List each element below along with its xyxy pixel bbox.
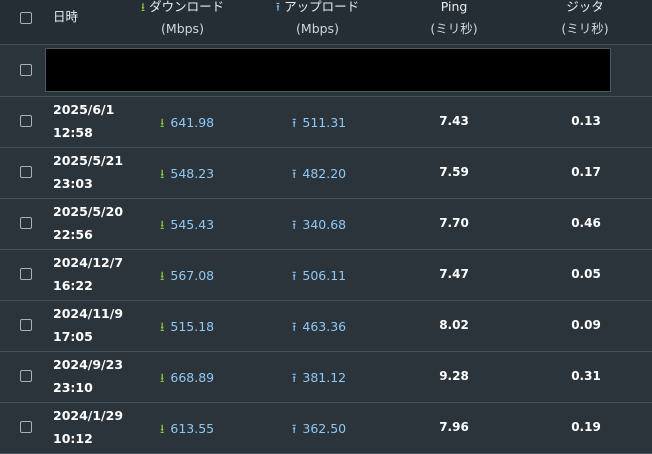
upload-arrow-icon: ⭱ bbox=[292, 319, 297, 334]
row-jitter: 0.17 bbox=[571, 165, 601, 179]
filter-checkbox[interactable] bbox=[20, 64, 32, 76]
row-ping: 7.70 bbox=[439, 216, 469, 230]
row-jitter: 0.13 bbox=[571, 114, 601, 128]
row-upload: ⭱ 362.50 bbox=[292, 421, 347, 436]
table-row[interactable]: 2025/6/1 12:58 ⭳ 641.98 ⭱ 511.31 7.43 0.13 bbox=[0, 97, 652, 148]
row-upload: ⭱ 340.68 bbox=[292, 217, 347, 232]
header-upload[interactable]: ⭱ アップロード (Mbps) bbox=[255, 0, 380, 40]
header-download[interactable]: ⭳ ダウンロード (Mbps) bbox=[120, 0, 245, 40]
row-date: 2024/9/23 bbox=[53, 357, 124, 372]
row-upload: ⭱ 463.36 bbox=[292, 319, 347, 334]
table-row[interactable]: 2024/12/7 16:22 ⭳ 567.08 ⭱ 506.11 7.47 0.05 bbox=[0, 250, 652, 301]
upload-arrow-icon: ⭱ bbox=[292, 268, 297, 283]
row-jitter: 0.19 bbox=[571, 420, 601, 434]
download-arrow-icon: ⭳ bbox=[160, 217, 165, 232]
row-datetime: 2025/6/1 12:58 bbox=[53, 98, 114, 144]
row-time: 23:10 bbox=[53, 380, 93, 395]
row-date: 2024/11/9 bbox=[53, 306, 124, 321]
row-checkbox[interactable] bbox=[20, 268, 32, 280]
row-ping: 7.96 bbox=[439, 420, 469, 434]
row-upload: ⭱ 511.31 bbox=[292, 115, 347, 130]
row-date: 2024/12/7 bbox=[53, 255, 124, 270]
row-date: 2025/5/21 bbox=[53, 153, 124, 168]
row-time: 17:05 bbox=[53, 329, 93, 344]
row-ping: 9.28 bbox=[439, 369, 469, 383]
row-download: ⭳ 613.55 bbox=[160, 421, 215, 436]
speedtest-results-table: 日時 ⭳ ダウンロード (Mbps) ⭱ アップロード (Mbps) Ping (ミ… bbox=[0, 0, 652, 454]
row-time: 10:12 bbox=[53, 431, 93, 446]
header-jitter[interactable]: ジッタ (ミリ秒) bbox=[545, 0, 625, 40]
row-datetime: 2024/1/29 10:12 bbox=[53, 404, 123, 450]
row-upload: ⭱ 506.11 bbox=[292, 268, 347, 283]
row-download: ⭳ 668.89 bbox=[160, 370, 215, 385]
row-download: ⭳ 567.08 bbox=[160, 268, 215, 283]
select-all-checkbox[interactable] bbox=[20, 12, 32, 24]
download-arrow-icon: ⭳ bbox=[160, 370, 165, 385]
row-checkbox[interactable] bbox=[20, 115, 32, 127]
row-datetime: 2024/11/9 17:05 bbox=[53, 302, 123, 348]
row-jitter: 0.09 bbox=[571, 318, 601, 332]
table-row[interactable]: 2024/9/23 23:10 ⭳ 668.89 ⭱ 381.12 9.28 0.31 bbox=[0, 352, 652, 403]
row-ping: 8.02 bbox=[439, 318, 469, 332]
row-download: ⭳ 515.18 bbox=[160, 319, 215, 334]
row-time: 16:22 bbox=[53, 278, 93, 293]
row-checkbox[interactable] bbox=[20, 421, 32, 433]
header-jitter-unit: (ミリ秒) bbox=[561, 21, 609, 36]
table-row[interactable]: 2025/5/21 23:03 ⭳ 548.23 ⭱ 482.20 7.59 0.17 bbox=[0, 148, 652, 199]
row-ping: 7.43 bbox=[439, 114, 469, 128]
row-datetime: 2025/5/21 23:03 bbox=[53, 149, 123, 195]
row-datetime: 2024/9/23 23:10 bbox=[53, 353, 123, 399]
header-date[interactable]: 日時 bbox=[53, 6, 78, 28]
row-checkbox[interactable] bbox=[20, 217, 32, 229]
row-upload: ⭱ 381.12 bbox=[292, 370, 347, 385]
row-time: 22:56 bbox=[53, 227, 93, 242]
download-arrow-icon: ⭳ bbox=[160, 115, 165, 130]
row-time: 23:03 bbox=[53, 176, 93, 191]
header-upload-unit: (Mbps) bbox=[296, 21, 339, 36]
upload-arrow-icon: ⭱ bbox=[292, 166, 297, 181]
upload-arrow-icon: ⭱ bbox=[292, 217, 297, 232]
table-row[interactable]: 2025/5/20 22:56 ⭳ 545.43 ⭱ 340.68 7.70 0.46 bbox=[0, 199, 652, 250]
upload-arrow-icon: ⭱ bbox=[292, 421, 297, 436]
row-datetime: 2025/5/20 22:56 bbox=[53, 200, 123, 246]
table-row[interactable]: 2024/11/9 17:05 ⭳ 515.18 ⭱ 463.36 8.02 0.09 bbox=[0, 301, 652, 352]
row-download: ⭳ 641.98 bbox=[160, 115, 215, 130]
download-arrow-icon: ⭳ bbox=[160, 268, 165, 283]
download-arrow-icon: ⭳ bbox=[160, 166, 165, 181]
row-ping: 7.59 bbox=[439, 165, 469, 179]
row-upload: ⭱ 482.20 bbox=[292, 166, 347, 181]
header-ping[interactable]: Ping (ミリ秒) bbox=[414, 0, 494, 40]
header-ping-unit: (ミリ秒) bbox=[430, 21, 478, 36]
table-header: 日時 ⭳ ダウンロード (Mbps) ⭱ アップロード (Mbps) Ping (ミ… bbox=[0, 0, 652, 45]
row-datetime: 2024/12/7 16:22 bbox=[53, 251, 123, 297]
row-ping: 7.47 bbox=[439, 267, 469, 281]
upload-arrow-icon: ⭱ bbox=[292, 115, 297, 130]
download-arrow-icon: ⭳ bbox=[160, 421, 165, 436]
row-download: ⭳ 548.23 bbox=[160, 166, 215, 181]
header-download-unit: (Mbps) bbox=[161, 21, 204, 36]
row-download: ⭳ 545.43 bbox=[160, 217, 215, 232]
row-date: 2025/5/20 bbox=[53, 204, 124, 219]
row-checkbox[interactable] bbox=[20, 319, 32, 331]
row-checkbox[interactable] bbox=[20, 370, 32, 382]
upload-arrow-icon: ⭱ bbox=[275, 0, 281, 14]
table-row[interactable]: 2024/1/29 10:12 ⭳ 613.55 ⭱ 362.50 7.96 0.19 bbox=[0, 403, 652, 454]
filter-row bbox=[0, 45, 652, 97]
row-date: 2024/1/29 bbox=[53, 408, 124, 423]
row-checkbox[interactable] bbox=[20, 166, 32, 178]
filter-input[interactable] bbox=[45, 48, 611, 92]
row-jitter: 0.31 bbox=[571, 369, 601, 383]
row-jitter: 0.46 bbox=[571, 216, 601, 230]
row-date: 2025/6/1 bbox=[53, 102, 115, 117]
download-arrow-icon: ⭳ bbox=[140, 0, 146, 14]
upload-arrow-icon: ⭱ bbox=[292, 370, 297, 385]
row-jitter: 0.05 bbox=[571, 267, 601, 281]
row-time: 12:58 bbox=[53, 125, 93, 140]
download-arrow-icon: ⭳ bbox=[160, 319, 165, 334]
